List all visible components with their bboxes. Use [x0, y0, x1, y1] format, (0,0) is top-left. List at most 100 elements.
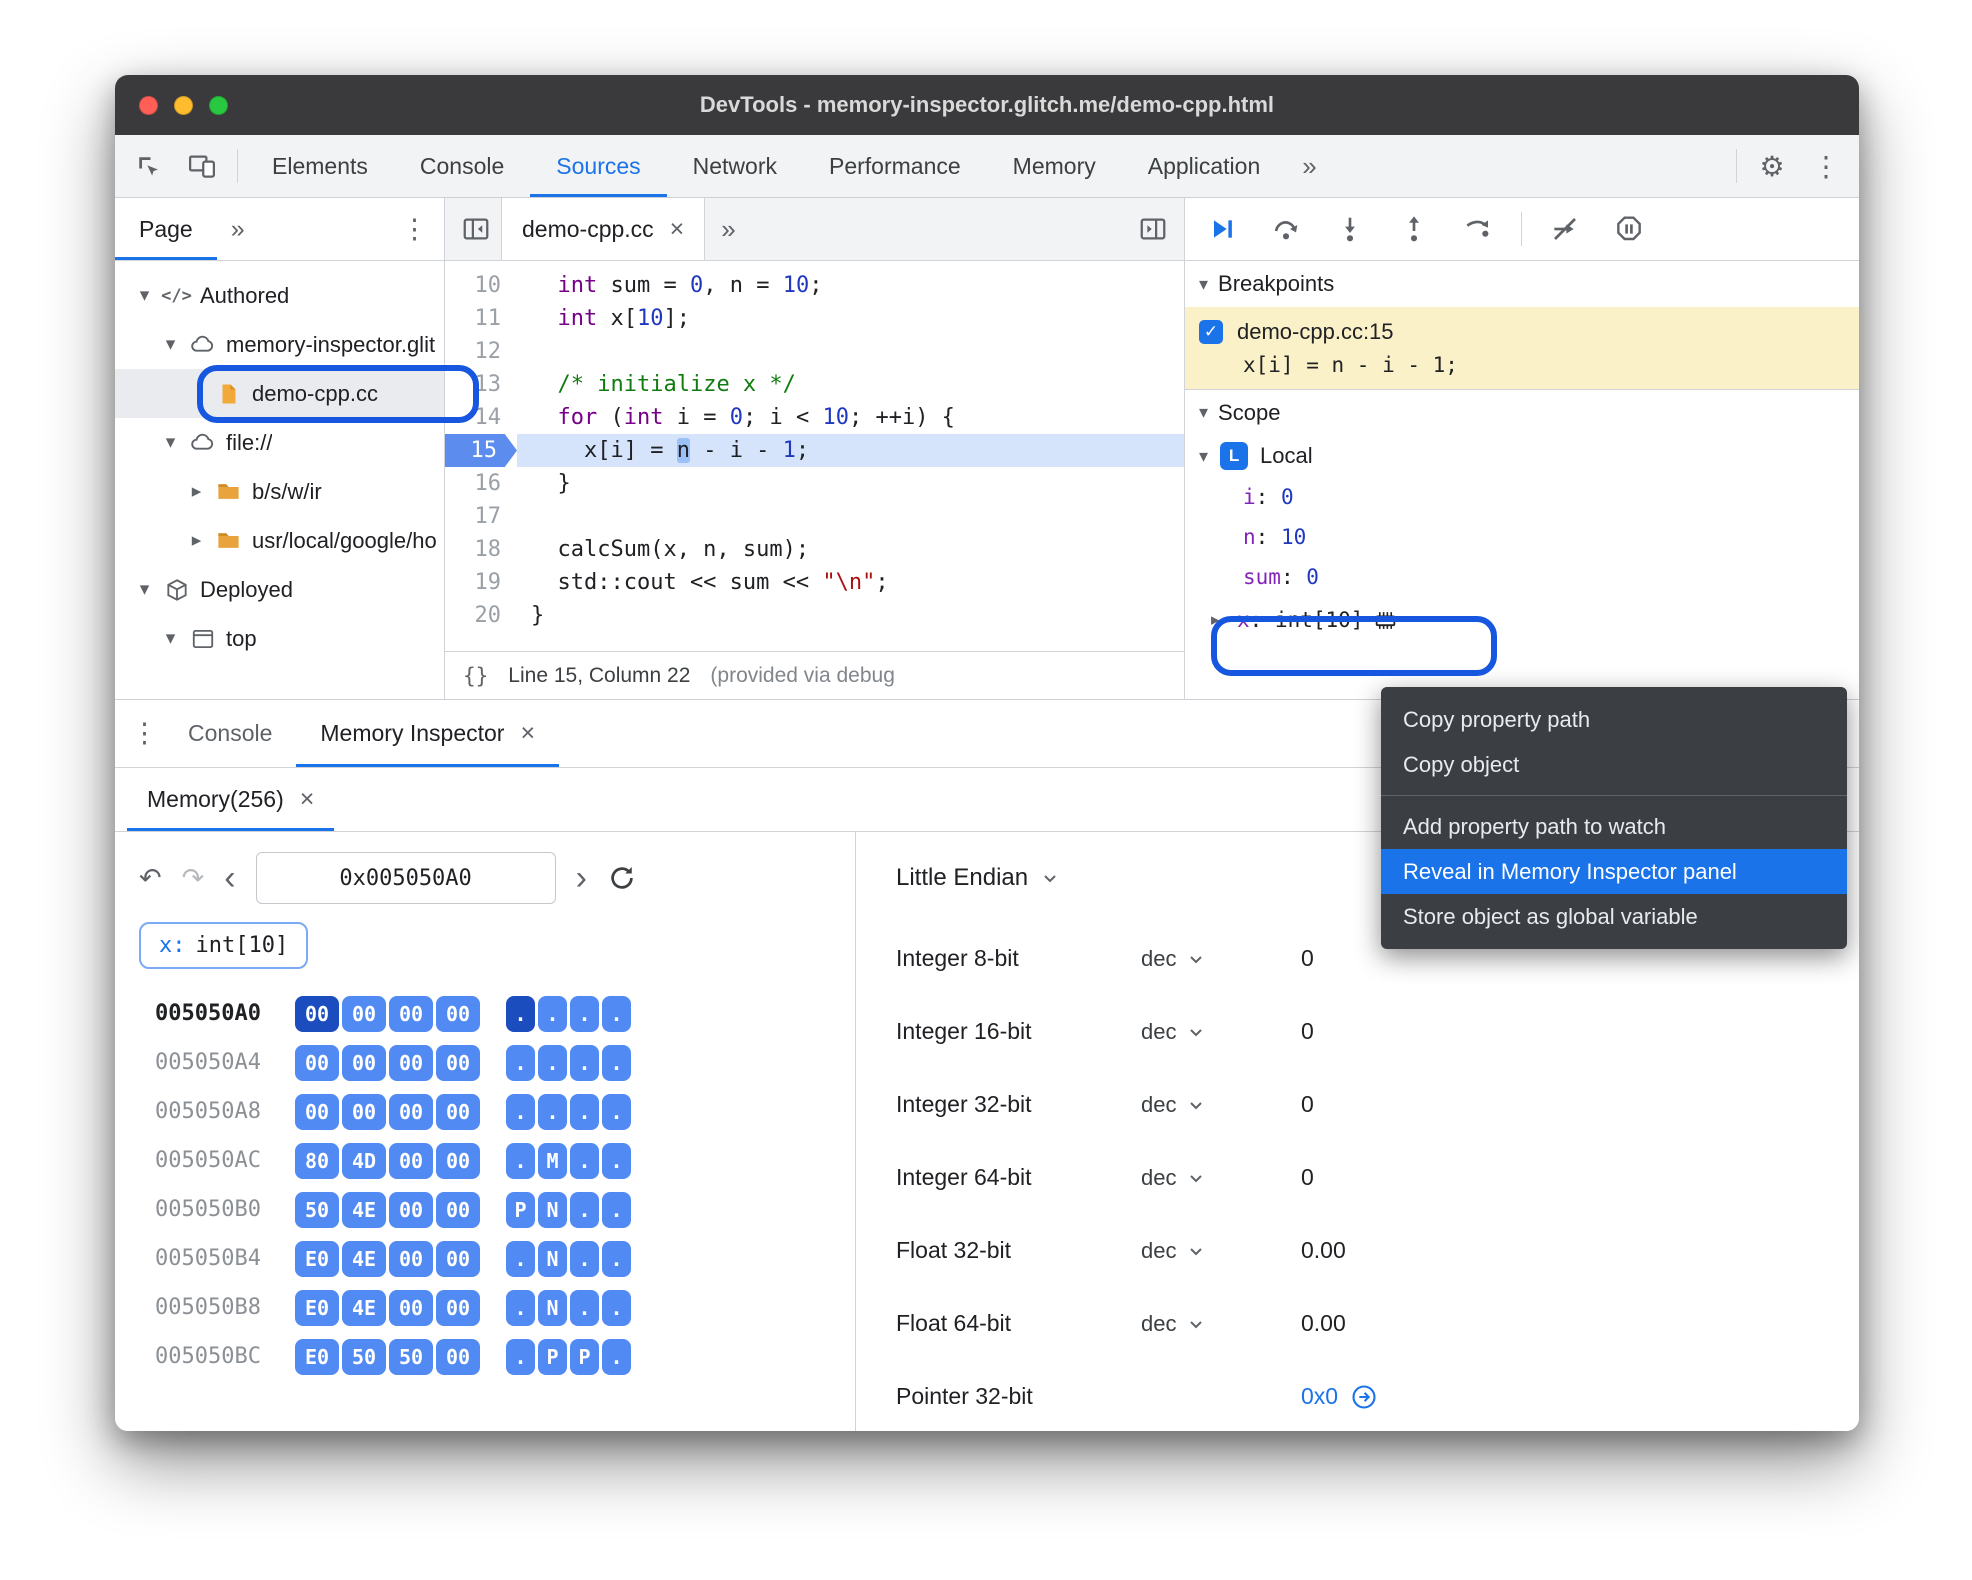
- sidebar-item-deployed[interactable]: ▾ Deployed: [115, 565, 444, 614]
- breakpoint-checkbox[interactable]: ✓: [1199, 320, 1223, 344]
- hex-byte[interactable]: 00: [295, 1093, 339, 1130]
- chevron-down-icon[interactable]: ▾: [157, 627, 184, 650]
- hex-byte[interactable]: 00: [436, 1142, 480, 1179]
- sidebar-item-b-s-w-ir[interactable]: ▸ b/s/w/ir: [115, 467, 444, 516]
- close-tab-icon[interactable]: ×: [300, 785, 315, 814]
- hex-byte[interactable]: 00: [342, 1093, 386, 1130]
- ascii-byte[interactable]: .: [602, 1338, 631, 1375]
- line-number-18[interactable]: 18: [445, 533, 517, 566]
- ascii-byte[interactable]: .: [570, 1093, 599, 1130]
- hex-byte[interactable]: 80: [295, 1142, 339, 1179]
- code-text[interactable]: int x[10];: [517, 302, 1184, 335]
- hex-byte[interactable]: 00: [389, 1093, 433, 1130]
- menu-item-add-property-path-to-watch[interactable]: Add property path to watch: [1381, 804, 1847, 849]
- ascii-byte[interactable]: .: [538, 1044, 567, 1081]
- devtools-menu-kebab-icon[interactable]: ⋮: [1799, 135, 1853, 197]
- hex-byte[interactable]: 00: [389, 1191, 433, 1228]
- tab-console[interactable]: Console: [164, 700, 296, 767]
- format-select-integer-64-bit[interactable]: dec: [1141, 1165, 1301, 1191]
- inspect-element-icon[interactable]: [121, 135, 175, 197]
- code-text[interactable]: }: [517, 599, 1184, 632]
- hex-byte[interactable]: 00: [436, 1338, 480, 1375]
- hex-byte[interactable]: E0: [295, 1289, 339, 1326]
- hex-byte[interactable]: 4E: [342, 1191, 386, 1228]
- chevron-down-icon[interactable]: ▾: [157, 431, 184, 454]
- tab-elements[interactable]: Elements: [246, 135, 394, 197]
- hex-byte[interactable]: 00: [436, 1093, 480, 1130]
- close-window-button[interactable]: [139, 95, 158, 115]
- menu-item-reveal-in-memory-inspector-panel[interactable]: Reveal in Memory Inspector panel: [1381, 849, 1847, 894]
- format-select-float-64-bit[interactable]: dec: [1141, 1311, 1301, 1337]
- code-text[interactable]: for (int i = 0; i < 10; ++i) {: [517, 401, 1184, 434]
- hex-byte[interactable]: 00: [436, 995, 480, 1032]
- tab-application[interactable]: Application: [1122, 135, 1287, 197]
- format-select-integer-8-bit[interactable]: dec: [1141, 946, 1301, 972]
- ascii-byte[interactable]: .: [602, 1240, 631, 1277]
- breakpoint-entry[interactable]: ✓ demo-cpp.cc:15 x[i] = n - i - 1;: [1185, 307, 1859, 389]
- code-text[interactable]: int sum = 0, n = 10;: [517, 269, 1184, 302]
- code-text[interactable]: [517, 335, 1184, 368]
- editor-tab-demo-cpp[interactable]: demo-cpp.cc ×: [501, 198, 706, 260]
- tab-performance[interactable]: Performance: [803, 135, 987, 197]
- device-toolbar-icon[interactable]: [175, 135, 229, 197]
- next-page-icon[interactable]: ›: [576, 861, 587, 895]
- zoom-window-button[interactable]: [209, 95, 228, 115]
- ascii-byte[interactable]: .: [506, 1142, 535, 1179]
- step-into-icon[interactable]: [1321, 206, 1379, 252]
- line-number-12[interactable]: 12: [445, 335, 517, 368]
- chevron-right-icon[interactable]: ▸: [183, 480, 210, 503]
- line-number-19[interactable]: 19: [445, 566, 517, 599]
- tab-memory[interactable]: Memory: [987, 135, 1122, 197]
- menu-item-copy-object[interactable]: Copy object: [1381, 742, 1847, 787]
- ascii-byte[interactable]: .: [570, 1191, 599, 1228]
- close-tab-icon[interactable]: ×: [520, 719, 535, 748]
- ascii-byte[interactable]: .: [538, 995, 567, 1032]
- more-editor-tabs-icon[interactable]: »: [705, 214, 751, 245]
- step-icon[interactable]: [1449, 206, 1507, 252]
- hex-byte[interactable]: 50: [295, 1191, 339, 1228]
- sidebar-item-demo-cpp-cc[interactable]: demo-cpp.cc: [115, 369, 444, 418]
- scope-variable-i[interactable]: i: 0: [1185, 477, 1859, 517]
- highlighted-memory-tag[interactable]: x: int[10]: [139, 922, 309, 969]
- ascii-byte[interactable]: P: [538, 1338, 567, 1375]
- line-number-16[interactable]: 16: [445, 467, 517, 500]
- scope-section-header[interactable]: ▾ Scope: [1185, 389, 1859, 435]
- tab-console[interactable]: Console: [394, 135, 530, 197]
- hex-byte[interactable]: 4D: [342, 1142, 386, 1179]
- line-number-20[interactable]: 20: [445, 599, 517, 632]
- line-number-10[interactable]: 10: [445, 269, 517, 302]
- step-out-icon[interactable]: [1385, 206, 1443, 252]
- toggle-navigator-sidebar-icon[interactable]: [461, 214, 491, 244]
- ascii-byte[interactable]: .: [570, 995, 599, 1032]
- tab-memory-256[interactable]: Memory(256) ×: [127, 768, 334, 831]
- resume-script-icon[interactable]: [1193, 206, 1251, 252]
- ascii-byte[interactable]: M: [538, 1142, 567, 1179]
- hex-byte[interactable]: E0: [295, 1240, 339, 1277]
- chevron-right-icon[interactable]: ▸: [1211, 610, 1237, 630]
- line-number-11[interactable]: 11: [445, 302, 517, 335]
- sidebar-item-usr-local-google-ho[interactable]: ▸ usr/local/google/ho: [115, 516, 444, 565]
- breakpoints-section-header[interactable]: ▾ Breakpoints: [1185, 261, 1859, 307]
- chevron-down-icon[interactable]: ▾: [131, 284, 158, 307]
- more-panels-icon[interactable]: »: [1286, 135, 1332, 197]
- minimize-window-button[interactable]: [174, 95, 193, 115]
- hex-byte[interactable]: 00: [295, 995, 339, 1032]
- line-number-15[interactable]: 15: [445, 434, 517, 467]
- sidebar-item-top[interactable]: ▾ top: [115, 614, 444, 663]
- line-number-14[interactable]: 14: [445, 401, 517, 434]
- navigator-menu-kebab-icon[interactable]: ⋮: [401, 214, 428, 245]
- menu-item-store-object-as-global-variable[interactable]: Store object as global variable: [1381, 894, 1847, 939]
- hex-byte[interactable]: 00: [436, 1240, 480, 1277]
- deactivate-breakpoints-icon[interactable]: [1536, 206, 1594, 252]
- tab-memory-inspector[interactable]: Memory Inspector ×: [296, 700, 559, 767]
- tab-page[interactable]: Page: [115, 198, 217, 260]
- line-number-17[interactable]: 17: [445, 500, 517, 533]
- hex-byte[interactable]: 50: [342, 1338, 386, 1375]
- menu-item-copy-property-path[interactable]: Copy property path: [1381, 697, 1847, 742]
- ascii-byte[interactable]: .: [570, 1142, 599, 1179]
- chevron-down-icon[interactable]: ▾: [157, 333, 184, 356]
- hex-byte[interactable]: 00: [389, 1142, 433, 1179]
- ascii-byte[interactable]: .: [570, 1044, 599, 1081]
- hex-byte[interactable]: 00: [389, 1044, 433, 1081]
- memory-address-input[interactable]: [255, 852, 556, 904]
